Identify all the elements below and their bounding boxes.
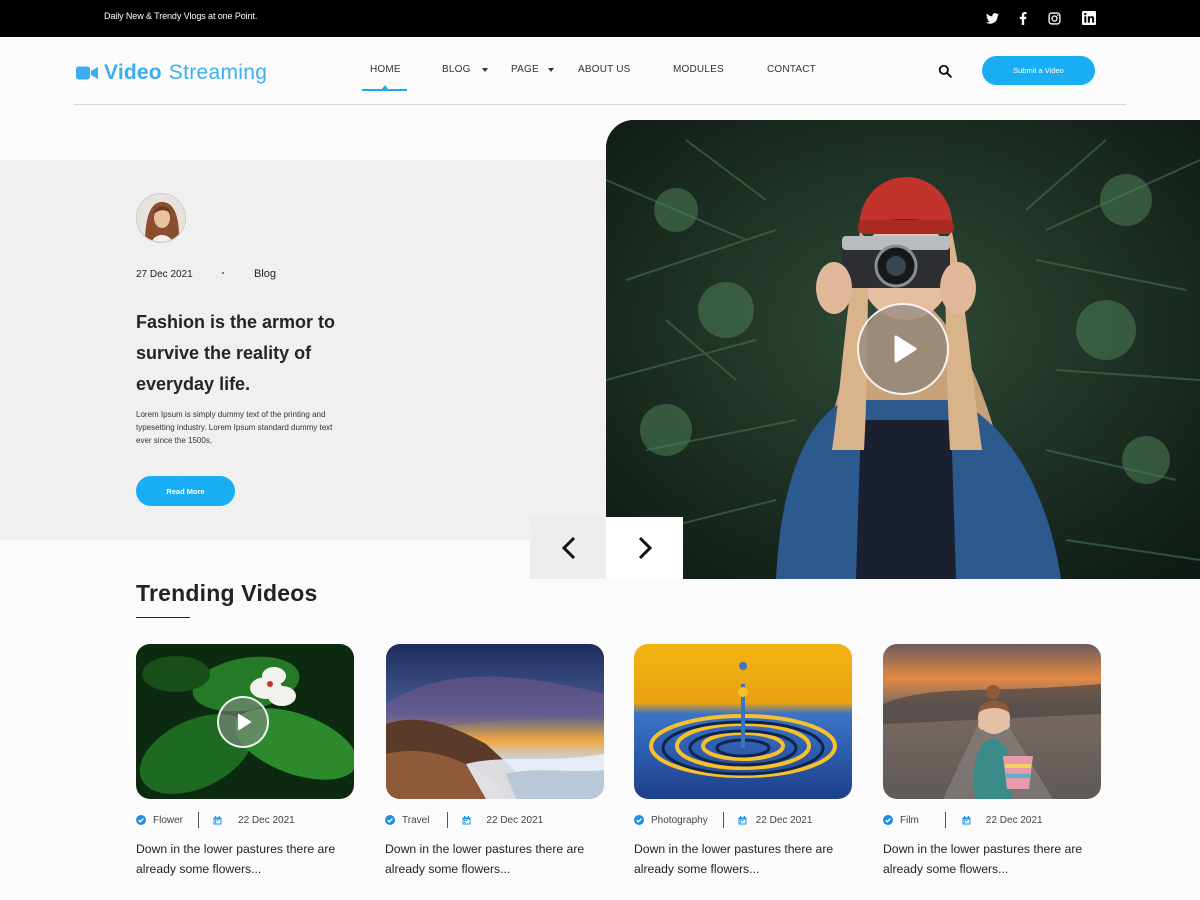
chevron-left-icon xyxy=(561,536,575,560)
logo-word-streaming: Streaming xyxy=(168,61,268,84)
meta-divider xyxy=(944,812,946,828)
card-meta: Photography 22 Dec 2021 xyxy=(634,812,812,828)
twitter-icon[interactable] xyxy=(984,10,1000,26)
heading-underline xyxy=(136,617,190,618)
read-more-button[interactable]: Read More xyxy=(136,476,235,506)
card-date: 22 Dec 2021 xyxy=(486,814,544,826)
hero-category[interactable]: Blog xyxy=(254,268,276,280)
meta-divider xyxy=(447,812,449,828)
video-thumbnail-travel[interactable] xyxy=(386,644,604,799)
card-title[interactable]: Down in the lower pastures there are alr… xyxy=(883,839,1101,879)
linkedin-icon[interactable] xyxy=(1081,10,1097,26)
trending-heading: Trending Videos xyxy=(136,580,318,606)
card-category[interactable]: Flower xyxy=(153,815,183,826)
video-camera-icon xyxy=(76,66,98,80)
card-title[interactable]: Down in the lower pastures there are alr… xyxy=(634,839,852,879)
calendar-icon xyxy=(962,815,971,824)
video-thumbnail-film[interactable] xyxy=(883,644,1101,799)
card-title[interactable]: Down in the lower pastures there are alr… xyxy=(385,839,603,879)
check-badge-icon xyxy=(883,815,893,825)
logo-word-video: Video xyxy=(104,61,162,84)
nav-home[interactable]: HOME xyxy=(370,64,401,75)
header-divider xyxy=(74,104,1126,105)
play-icon xyxy=(894,335,917,363)
video-thumbnail-flower[interactable] xyxy=(136,644,354,799)
meta-separator-dot xyxy=(222,272,224,274)
card-meta: Flower 22 Dec 2021 xyxy=(136,812,295,828)
top-bar: Daily New & Trendy Vlogs at one Point. xyxy=(0,0,1200,37)
nav-page[interactable]: PAGE xyxy=(511,64,539,75)
card-date: 22 Dec 2021 xyxy=(238,814,295,826)
hero-description: Lorem Ipsum is simply dummy text of the … xyxy=(136,410,333,445)
chevron-right-icon xyxy=(638,536,652,560)
calendar-icon xyxy=(213,815,222,824)
author-avatar[interactable] xyxy=(136,193,186,243)
card-title[interactable]: Down in the lower pastures there are alr… xyxy=(136,839,354,879)
check-badge-icon xyxy=(136,815,146,825)
hero-title: Fashion is the armor to survive the real… xyxy=(136,312,336,394)
blog-dropdown-icon[interactable] xyxy=(482,68,488,72)
nav-active-indicator xyxy=(362,89,407,91)
instagram-icon[interactable] xyxy=(1046,10,1062,26)
slider-prev-button[interactable] xyxy=(530,517,607,579)
play-icon xyxy=(237,713,252,731)
check-badge-icon xyxy=(385,815,395,825)
card-category[interactable]: Travel xyxy=(402,815,429,826)
meta-divider xyxy=(722,812,724,828)
site-logo[interactable]: Video Streaming xyxy=(76,61,267,85)
submit-video-button[interactable]: Submit a Video xyxy=(982,56,1095,85)
card-play-button[interactable] xyxy=(217,696,269,748)
meta-divider xyxy=(198,812,200,828)
tagline: Daily New & Trendy Vlogs at one Point. xyxy=(104,11,258,21)
calendar-icon xyxy=(738,815,747,824)
card-meta: Film 22 Dec 2021 xyxy=(883,812,1043,828)
facebook-icon[interactable] xyxy=(1015,10,1031,26)
search-icon[interactable] xyxy=(938,64,954,80)
check-badge-icon xyxy=(634,815,644,825)
slider-next-button[interactable] xyxy=(606,517,683,579)
hero-play-button[interactable] xyxy=(857,303,949,395)
page-dropdown-icon[interactable] xyxy=(548,68,554,72)
card-category[interactable]: Film xyxy=(900,815,919,826)
nav-blog[interactable]: BLOG xyxy=(442,64,471,75)
card-date: 22 Dec 2021 xyxy=(755,814,813,826)
calendar-icon xyxy=(462,815,471,824)
nav-about-us[interactable]: ABOUT US xyxy=(578,64,631,75)
card-category[interactable]: Photography xyxy=(651,815,708,826)
video-thumbnail-photography[interactable] xyxy=(634,644,852,799)
nav-contact[interactable]: CONTACT xyxy=(767,64,816,75)
card-date: 22 Dec 2021 xyxy=(985,814,1043,826)
nav-modules[interactable]: MODULES xyxy=(673,64,724,75)
card-meta: Travel 22 Dec 2021 xyxy=(385,812,543,828)
hero-date: 27 Dec 2021 xyxy=(136,269,193,280)
